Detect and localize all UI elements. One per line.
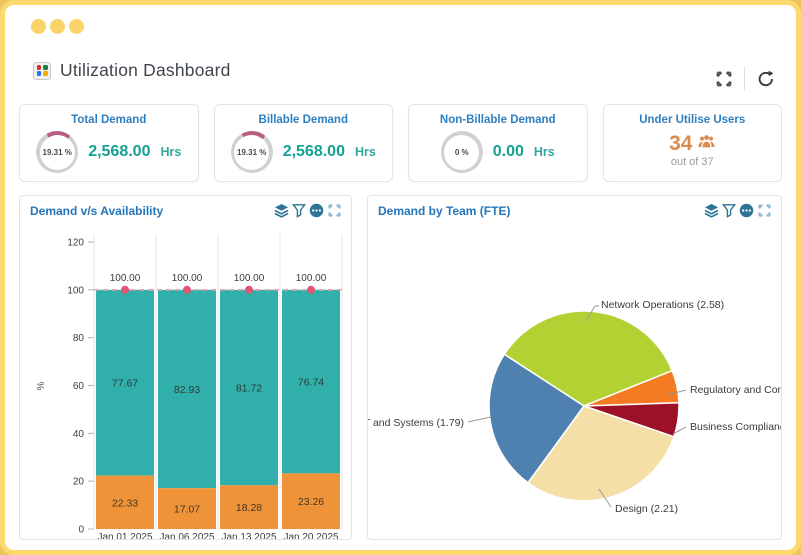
- svg-text:82.93: 82.93: [174, 384, 200, 396]
- svg-text:100.00: 100.00: [110, 273, 141, 284]
- gauge-label: 0 %: [455, 148, 469, 157]
- users-group-icon: [698, 134, 715, 154]
- dashboard-icon: [33, 62, 51, 80]
- svg-text:17.07: 17.07: [174, 504, 200, 516]
- svg-text:18.28: 18.28: [236, 502, 262, 514]
- svg-text:23.26: 23.26: [298, 496, 324, 508]
- kpi-card-total-demand: Total Demand 19.31 % 2,568.00 Hrs: [19, 104, 199, 182]
- svg-text:100: 100: [67, 285, 84, 296]
- kpi-card-title: Non-Billable Demand: [409, 114, 587, 126]
- svg-text:100.00: 100.00: [234, 273, 265, 284]
- kpi-value: 0.00: [493, 143, 524, 161]
- layers-icon[interactable]: [274, 203, 289, 218]
- svg-text:Jan 20 2025: Jan 20 2025: [283, 532, 338, 540]
- more-options-icon[interactable]: [739, 203, 754, 218]
- filter-icon[interactable]: [722, 203, 736, 218]
- window-traffic-lights: [31, 19, 84, 34]
- kpi-unit: Hrs: [160, 145, 181, 159]
- svg-text:Network Operations (2.58): Network Operations (2.58): [601, 299, 724, 311]
- kpi-card-billable-demand: Billable Demand 19.31 % 2,568.00 Hrs: [214, 104, 394, 182]
- svg-text:76.74: 76.74: [298, 377, 324, 389]
- expand-panel-icon[interactable]: [757, 203, 772, 218]
- panel-demand-vs-availability: Demand v/s Availability: [19, 195, 352, 540]
- panel-toolbar: [704, 203, 772, 218]
- svg-text:20: 20: [73, 477, 85, 488]
- window-dot-1[interactable]: [31, 19, 46, 34]
- kpi-card-nonbillable-demand: Non-Billable Demand 0 % 0.00 Hrs: [408, 104, 588, 182]
- svg-text:81.72: 81.72: [236, 383, 262, 395]
- window-dot-3[interactable]: [69, 19, 84, 34]
- dashboard-header: Utilization Dashboard: [33, 60, 231, 81]
- gauge-label: 19.31 %: [43, 148, 72, 157]
- app-window: Utilization Dashboard Tota: [0, 0, 801, 555]
- kpi-value: 2,568.00: [283, 143, 345, 161]
- kpi-card-title: Total Demand: [20, 114, 198, 126]
- page-title: Utilization Dashboard: [60, 60, 231, 81]
- svg-text:100.00: 100.00: [172, 273, 203, 284]
- donut-gauge: 0 %: [441, 131, 483, 173]
- svg-text:%: %: [36, 381, 47, 390]
- kpi-card-title: Under Utilise Users: [604, 114, 782, 126]
- kpi-card-under-utilise-users: Under Utilise Users 34 out: [603, 104, 783, 182]
- kpi-cards-row: Total Demand 19.31 % 2,568.00 Hrs Billab…: [19, 104, 782, 182]
- svg-text:60: 60: [73, 381, 85, 392]
- gauge-label: 19.31 %: [237, 148, 266, 157]
- svg-text:Jan 06 2025: Jan 06 2025: [159, 532, 214, 540]
- users-count: 34: [669, 132, 692, 156]
- kpi-unit: Hrs: [355, 145, 376, 159]
- header-controls: [715, 67, 776, 91]
- svg-text:120: 120: [67, 237, 84, 248]
- svg-text:Regulatory and Complia: Regulatory and Complia: [690, 384, 782, 396]
- svg-text:IT and Systems (1.79): IT and Systems (1.79): [368, 417, 464, 429]
- panel-toolbar: [274, 203, 342, 218]
- svg-text:0: 0: [78, 525, 84, 536]
- fullscreen-icon[interactable]: [715, 70, 733, 88]
- svg-text:100.00: 100.00: [296, 273, 327, 284]
- donut-gauge: 19.31 %: [36, 131, 78, 173]
- panel-title: Demand by Team (FTE): [378, 204, 510, 218]
- kpi-unit: Hrs: [534, 145, 555, 159]
- svg-text:40: 40: [73, 429, 85, 440]
- window-dot-2[interactable]: [50, 19, 65, 34]
- svg-text:Jan 01 2025: Jan 01 2025: [97, 532, 152, 540]
- kpi-value: 2,568.00: [88, 143, 150, 161]
- pie-chart[interactable]: Network Operations (2.58) Regulatory and …: [368, 224, 782, 540]
- users-subtext: out of 37: [604, 156, 782, 168]
- charts-row: Demand v/s Availability: [19, 195, 782, 540]
- svg-text:Business Compliance (0: Business Compliance (0: [690, 421, 782, 433]
- panel-title: Demand v/s Availability: [30, 204, 163, 218]
- svg-text:Jan 13 2025: Jan 13 2025: [221, 532, 276, 540]
- donut-gauge: 19.31 %: [231, 131, 273, 173]
- svg-text:Design (2.21): Design (2.21): [615, 503, 678, 515]
- more-options-icon[interactable]: [309, 203, 324, 218]
- expand-panel-icon[interactable]: [327, 203, 342, 218]
- header-divider: [744, 67, 745, 91]
- svg-text:22.33: 22.33: [112, 497, 138, 509]
- panel-demand-by-team: Demand by Team (FTE): [367, 195, 782, 540]
- screen: Utilization Dashboard Tota: [0, 0, 801, 555]
- refresh-icon[interactable]: [756, 69, 776, 89]
- kpi-card-title: Billable Demand: [215, 114, 393, 126]
- layers-icon[interactable]: [704, 203, 719, 218]
- stacked-bar-chart[interactable]: 0 20 40 60 80 100 120% 77.67 22.33 Jan 01 2025 82.…: [20, 224, 351, 540]
- svg-text:80: 80: [73, 333, 85, 344]
- filter-icon[interactable]: [292, 203, 306, 218]
- svg-text:77.67: 77.67: [112, 378, 138, 390]
